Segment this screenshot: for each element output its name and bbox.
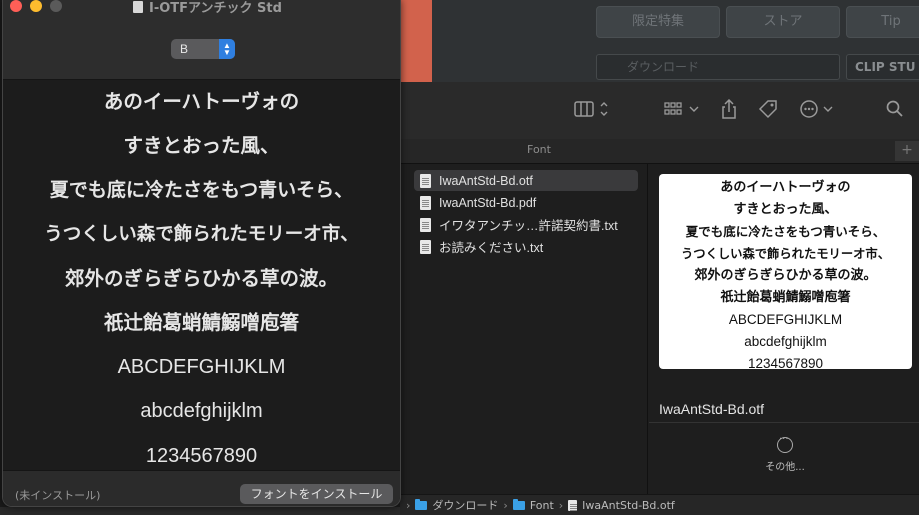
sample-line: 祇辻飴葛蛸鯖鰯噌庖箸 (103, 311, 299, 335)
font-file-icon (568, 499, 578, 511)
font-preview-window: I-OTFアンチック Std B ▲ ▼ あのイーハトーヴォの すきとおった風、 … (2, 0, 401, 507)
more-icon[interactable] (777, 434, 793, 453)
file-name: イワタアンチッ…許諾契約書.txt (439, 219, 618, 233)
path-item-file[interactable]: IwaAntStd-Bd.otf (568, 499, 675, 512)
font-sample-area: あのイーハトーヴォの すきとおった風、 夏でも底に冷たさをもつ青いそら、 うつく… (3, 80, 400, 470)
updown-chevron-icon: ▲ ▼ (219, 39, 235, 59)
bottom-bar: (未インストール) フォントをインストール (3, 470, 400, 506)
window-title: I-OTFアンチック Std (133, 0, 282, 16)
pdf-file-icon (420, 195, 431, 210)
more-label[interactable]: その他... (749, 458, 821, 473)
install-status: (未インストール) (15, 489, 101, 502)
preview-line: 祇辻飴葛蛸鯖鰯噌庖箸 (720, 290, 851, 305)
background-field: CLIP STU (846, 54, 919, 80)
background-tab: 限定特集 (596, 6, 720, 38)
file-row-pdf[interactable]: IwaAntStd-Bd.pdf (414, 192, 638, 213)
add-tab-button[interactable]: + (895, 141, 919, 161)
preview-line: すきとおった風、 (733, 202, 838, 217)
sample-line: ABCDEFGHIJKLM (117, 356, 286, 379)
font-file-icon (420, 173, 431, 188)
path-item-downloads[interactable]: ダウンロード (415, 497, 498, 513)
path-label: Font (529, 498, 554, 512)
window-title-text: I-OTFアンチック Std (149, 1, 282, 16)
preview-column: あのイーハトーヴォの すきとおった風、 夏でも底に冷たさをもつ青いそら、 うつく… (649, 164, 919, 504)
file-name: IwaAntStd-Bd.otf (439, 173, 533, 188)
file-name: お読みください.txt (439, 241, 544, 255)
sample-line: 郊外のぎらぎらひかる草の波。 (64, 266, 338, 290)
file-row-otf[interactable]: IwaAntStd-Bd.otf (414, 170, 638, 191)
sample-line: abcdefghijklm (140, 400, 263, 423)
style-select-value: B (180, 42, 189, 56)
preview-line: ABCDEFGHIJKLM (728, 312, 843, 327)
desktop-background (400, 0, 432, 82)
path-item-font[interactable]: Font (512, 498, 554, 512)
search-icon[interactable] (884, 98, 906, 120)
preview-line: 郊外のぎらぎらひかる草の波。 (694, 268, 877, 283)
sample-line: すきとおった風、 (123, 134, 280, 158)
file-name: IwaAntStd-Bd.pdf (439, 195, 537, 210)
preview-line: 夏でも底に冷たさをもつ青いそら、 (685, 224, 886, 239)
tag-icon[interactable] (757, 98, 779, 120)
preview-line: あのイーハトーヴォの (720, 180, 851, 195)
background-tab: Tip (846, 6, 919, 38)
more-actions-icon[interactable] (798, 98, 838, 120)
column-header-bar: Font + (400, 139, 919, 163)
window-titlebar: I-OTFアンチック Std B ▲ ▼ (3, 0, 400, 80)
path-bar: › ダウンロード › Font › IwaAntStd-Bd.otf (400, 494, 919, 515)
file-row-license[interactable]: イワタアンチッ…許諾契約書.txt (414, 214, 638, 235)
folder-icon (415, 498, 428, 510)
finder-window: Font + IwaAntStd-Bd.otf IwaAntStd-Bd.pdf… (400, 82, 919, 515)
divider (649, 422, 919, 423)
install-font-button[interactable]: フォントをインストール (240, 484, 393, 504)
preview-line: abcdefghijklm (744, 334, 827, 349)
minimize-button[interactable] (30, 0, 42, 12)
share-icon[interactable] (718, 98, 740, 120)
column-header: Font (527, 143, 551, 156)
preview-line: うつくしい森で飾られたモリーオ市、 (680, 247, 891, 261)
preview-filename: IwaAntStd-Bd.otf (659, 401, 765, 417)
document-icon (133, 0, 143, 13)
file-row-readme[interactable]: お読みください.txt (414, 236, 638, 257)
close-button[interactable] (10, 0, 22, 12)
text-file-icon (420, 217, 431, 232)
column-view-icon[interactable] (572, 98, 612, 120)
font-preview-thumbnail: あのイーハトーヴォの すきとおった風、 夏でも底に冷たさをもつ青いそら、 うつく… (659, 174, 912, 371)
zoom-button[interactable] (50, 0, 62, 12)
sample-line: うつくしい森で飾られたモリーオ市、 (44, 223, 359, 245)
style-select[interactable]: B ▲ ▼ (171, 39, 235, 59)
path-label: IwaAntStd-Bd.otf (582, 498, 675, 512)
background-strip (0, 507, 400, 515)
sample-line: 夏でも底に冷たさをもつ青いそら、 (49, 179, 354, 202)
background-field: ダウンロード (596, 54, 840, 80)
preview-line: 1234567890 (747, 356, 824, 371)
folder-icon (512, 498, 525, 510)
background-tab: ストア (726, 6, 840, 38)
file-list-column: IwaAntStd-Bd.otf IwaAntStd-Bd.pdf イワタアンチ… (406, 164, 648, 504)
path-label: ダウンロード (432, 499, 499, 512)
group-icon[interactable] (662, 98, 702, 120)
text-file-icon (420, 239, 431, 254)
background-browser-window: 限定特集 ストア Tip ダウンロード CLIP STU (432, 0, 919, 82)
sample-line: あのイーハトーヴォの (103, 90, 300, 113)
